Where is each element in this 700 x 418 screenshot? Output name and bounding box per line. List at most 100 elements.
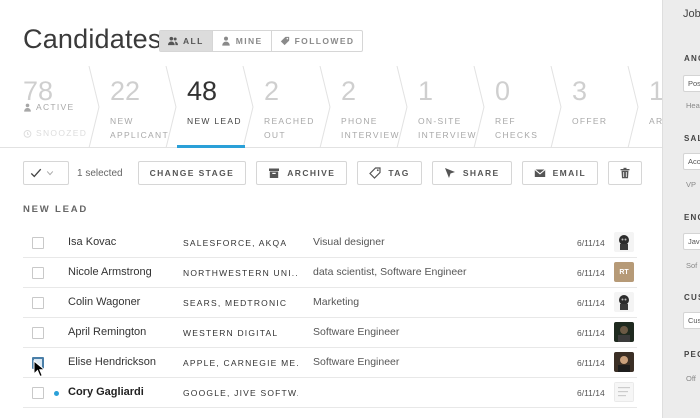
stage-count: 3 xyxy=(572,76,588,106)
stage-count: 2 xyxy=(341,76,357,106)
chevron-down-icon xyxy=(46,171,54,176)
stage-offer[interactable]: 3 OFFER xyxy=(562,66,639,147)
people-icon xyxy=(168,36,178,46)
stage-reached-out[interactable]: 2 REACHED OUT xyxy=(254,66,331,147)
candidate-row[interactable]: Isa Kovac SALESFORCE, AKQA Visual design… xyxy=(23,228,637,258)
tag-icon xyxy=(369,167,381,179)
stage-count: 48 xyxy=(187,76,218,106)
row-checkbox[interactable] xyxy=(32,267,44,279)
active-stage-indicator xyxy=(177,145,245,148)
candidate-date: 6/11/14 xyxy=(577,388,605,398)
active-filter[interactable]: ACTIVE xyxy=(23,102,75,112)
stage-divider-icon xyxy=(550,66,562,147)
row-checkbox[interactable] xyxy=(32,237,44,249)
envelope-icon xyxy=(534,169,546,177)
side-section-label: CUS xyxy=(684,293,700,302)
row-checkbox[interactable] xyxy=(32,387,44,399)
select-all-dropdown[interactable] xyxy=(23,161,69,185)
stage-new-lead[interactable]: 48 NEW LEAD xyxy=(177,66,254,147)
candidate-row[interactable]: Nicole Armstrong NORTHWESTERN UNI... dat… xyxy=(23,258,637,288)
side-job-item[interactable]: Cus xyxy=(683,312,700,329)
stage-count: 1 xyxy=(649,76,662,107)
side-job-item[interactable]: Acc xyxy=(683,153,700,170)
stage-archived[interactable]: 1 AR xyxy=(639,66,662,147)
side-job-item[interactable]: Hea xyxy=(686,101,700,110)
row-checkbox[interactable] xyxy=(32,327,44,339)
stage-phone-interview[interactable]: 2 PHONE INTERVIEW xyxy=(331,66,408,147)
stage-label: REF CHECKS xyxy=(495,116,539,140)
candidate-company: APPLE, CARNEGIE ME... xyxy=(183,358,298,368)
side-job-item[interactable]: Java xyxy=(683,233,700,250)
archive-button[interactable]: ARCHIVE xyxy=(256,161,348,185)
avatar-initials: RT xyxy=(619,268,629,276)
snoozed-filter[interactable]: SNOOZED xyxy=(23,128,87,138)
avatar xyxy=(614,352,634,372)
stage-count: 22 xyxy=(110,76,141,106)
candidate-row[interactable]: Colin Wagoner SEARS, MEDTRONIC Marketing… xyxy=(23,288,637,318)
filter-mine-button[interactable]: MINE xyxy=(213,31,272,51)
candidate-company: GOOGLE, JIVE SOFTW... xyxy=(183,388,298,398)
stage-on-site-interview[interactable]: 1 ON-SITE INTERVIEW xyxy=(408,66,485,147)
selection-count: 1 selected xyxy=(77,167,123,179)
candidate-list: Isa Kovac SALESFORCE, AKQA Visual design… xyxy=(23,228,637,408)
trash-icon xyxy=(620,167,630,179)
stage-active[interactable]: 78 ACTIVE SNOOZED xyxy=(0,66,100,147)
stage-ref-checks[interactable]: 0 REF CHECKS xyxy=(485,66,562,147)
stage-label: NEW APPLICANT xyxy=(110,116,169,140)
email-button[interactable]: EMAIL xyxy=(521,161,599,185)
share-label: SHARE xyxy=(462,168,500,178)
filter-followed-button[interactable]: FOLLOWED xyxy=(272,31,363,51)
candidate-title: Software Engineer xyxy=(313,356,400,368)
stage-pipeline: 78 ACTIVE SNOOZED 22 NEW APPLICANT 48 NEW… xyxy=(0,66,662,148)
side-job-item[interactable]: VP xyxy=(686,180,696,189)
filter-followed-label: FOLLOWED xyxy=(294,36,355,46)
candidate-name[interactable]: Elise Hendrickson xyxy=(68,356,156,368)
stage-divider-icon xyxy=(627,66,639,147)
candidate-title: Software Engineer xyxy=(313,326,400,338)
stage-divider-icon xyxy=(473,66,485,147)
stage-divider-icon xyxy=(319,66,331,147)
candidate-company: NORTHWESTERN UNI... xyxy=(183,268,298,278)
candidate-name[interactable]: Colin Wagoner xyxy=(68,296,140,308)
side-job-item[interactable]: Sof xyxy=(686,261,697,270)
active-label: ACTIVE xyxy=(36,102,75,112)
avatar xyxy=(614,232,634,252)
candidate-name[interactable]: Isa Kovac xyxy=(68,236,116,248)
archive-label: ARCHIVE xyxy=(287,168,336,178)
filter-all-button[interactable]: ALL xyxy=(160,31,213,51)
candidate-date: 6/11/14 xyxy=(577,328,605,338)
delete-button[interactable] xyxy=(608,161,643,185)
stage-count: 0 xyxy=(495,76,511,106)
share-button[interactable]: SHARE xyxy=(431,161,512,185)
candidate-company: WESTERN DIGITAL xyxy=(183,328,279,338)
candidate-name[interactable]: Cory Gagliardi xyxy=(68,386,144,398)
tag-icon xyxy=(280,36,289,46)
archive-icon xyxy=(269,168,280,178)
candidate-title: data scientist, Software Engineer xyxy=(313,266,467,278)
candidate-row[interactable]: Cory Gagliardi GOOGLE, JIVE SOFTW... 6/1… xyxy=(23,378,637,408)
candidate-name[interactable]: Nicole Armstrong xyxy=(68,266,152,278)
stage-new-applicant[interactable]: 22 NEW APPLICANT xyxy=(100,66,177,147)
side-section-label: ENG xyxy=(684,213,700,222)
candidate-row[interactable]: Elise Hendrickson APPLE, CARNEGIE ME... … xyxy=(23,348,637,378)
side-job-item[interactable]: Off xyxy=(686,374,696,383)
checkmark-icon xyxy=(30,168,42,178)
cursor-arrow-icon xyxy=(444,168,455,178)
candidate-date: 6/11/14 xyxy=(577,298,605,308)
row-checkbox[interactable] xyxy=(32,297,44,309)
section-title: NEW LEAD xyxy=(23,204,89,215)
stage-label: NEW LEAD xyxy=(187,116,242,126)
stage-label: REACHED OUT xyxy=(264,116,315,140)
candidate-row[interactable]: April Remington WESTERN DIGITAL Software… xyxy=(23,318,637,348)
side-job-item[interactable]: Posi xyxy=(683,75,700,92)
tag-button[interactable]: TAG xyxy=(357,161,422,185)
stage-label: ON-SITE INTERVIEW xyxy=(418,116,477,140)
unread-indicator xyxy=(54,391,59,396)
mouse-pointer-icon xyxy=(33,360,46,378)
job-side-panel: Job ANG Posi Hea SAL Acc VP ENG Java Sof… xyxy=(662,0,700,418)
candidate-name[interactable]: April Remington xyxy=(68,326,146,338)
stage-label: PHONE INTERVIEW xyxy=(341,116,400,140)
stage-divider-icon xyxy=(396,66,408,147)
change-stage-button[interactable]: CHANGE STAGE xyxy=(137,161,247,185)
filter-mine-label: MINE xyxy=(235,36,263,46)
